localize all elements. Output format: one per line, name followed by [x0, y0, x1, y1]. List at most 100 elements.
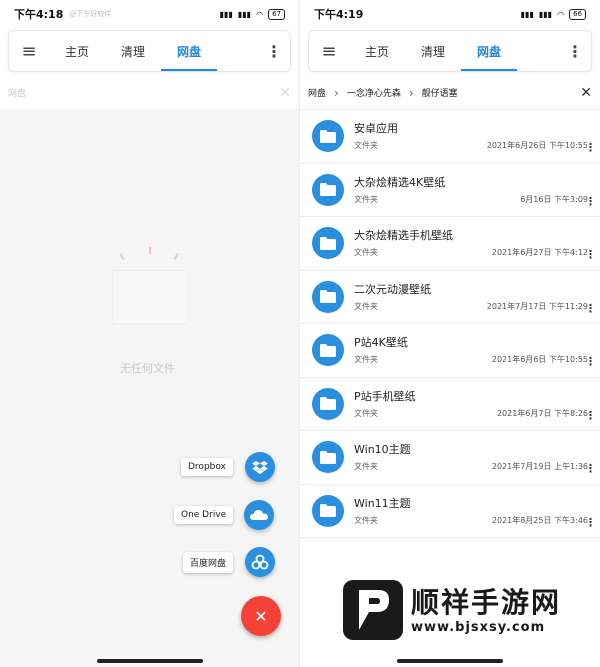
folder-icon	[312, 173, 344, 206]
folder-type: 文件夹	[354, 515, 378, 525]
folder-row[interactable]: 安卓应用 文件夹 2021年6月26日 下午10:55 ⋮	[300, 110, 600, 164]
folder-icon	[312, 494, 344, 527]
folder-icon	[312, 387, 344, 420]
hamburger-menu-icon[interactable]: ≡	[309, 31, 349, 71]
status-icons: ▮▮▮ ▮▮▮ ◠ 67	[219, 8, 285, 20]
close-fab-button[interactable]: ✕	[241, 596, 281, 636]
app-bar: ≡ 主页 清理 网盘 ⋮	[308, 30, 592, 72]
signal-icon: ▮▮▮	[520, 9, 534, 19]
close-icon: ✕	[254, 606, 268, 626]
more-vert-icon[interactable]: ⋮	[585, 303, 596, 314]
fab-option-onedrive[interactable]: One Drive	[174, 500, 275, 530]
tab-bar: 主页 清理 网盘	[349, 31, 559, 71]
folder-type: 文件夹	[354, 194, 378, 204]
status-bar: 下午4:19 ▮▮▮ ▮▮▮ ◠ 66	[300, 0, 600, 28]
folder-row[interactable]: 二次元动漫壁纸文件夹 2021年7月17日 下午11:29 ⋮	[300, 271, 600, 324]
watermark-logo-icon	[343, 580, 403, 640]
status-subtext: @下午好软件	[69, 10, 112, 18]
fab-option-baidu[interactable]: 百度网盘	[183, 547, 276, 577]
more-vert-icon[interactable]: ⋮	[585, 249, 596, 260]
status-bar: 下午4:18 @下午好软件 ▮▮▮ ▮▮▮ ◠ 67	[0, 0, 299, 28]
folder-name: 安卓应用	[354, 122, 398, 135]
watermark-url: www.bjsxsy.com	[411, 619, 546, 635]
breadcrumb-item[interactable]: 一念净心先森	[347, 86, 401, 99]
folder-icon	[312, 334, 344, 367]
dropbox-icon[interactable]	[244, 452, 275, 482]
empty-state-text: 无任何文件	[120, 362, 175, 375]
fab-option-label[interactable]: 百度网盘	[183, 551, 234, 573]
more-vert-icon[interactable]: ⋮	[585, 142, 596, 153]
left-screen: 下午4:18 @下午好软件 ▮▮▮ ▮▮▮ ◠ 67 ≡ 主页 清理 网盘 ⋮ …	[0, 0, 300, 667]
folder-row[interactable]: P站4K壁纸 文件夹 2021年6月6日 下午10:55 ⋮	[300, 324, 600, 378]
fab-option-dropbox[interactable]: Dropbox	[181, 452, 275, 482]
folder-icon	[312, 280, 344, 313]
breadcrumb-item[interactable]: 靓仔语塞	[422, 86, 458, 99]
fab-option-label[interactable]: Dropbox	[181, 458, 233, 476]
more-vert-icon[interactable]: ⋮	[559, 42, 591, 61]
baidu-pan-icon[interactable]	[245, 547, 276, 577]
folder-name: Win10主题	[354, 443, 411, 456]
folder-row[interactable]: 大杂烩精选手机壁纸 文件夹 2021年6月27日 下午4:12 ⋮	[300, 217, 600, 271]
folder-date: 2021年6月27日 下午4:12	[491, 248, 588, 257]
chevron-right-icon: ›	[334, 85, 339, 100]
wifi-icon: ◠	[557, 9, 565, 19]
onedrive-icon[interactable]	[244, 500, 275, 530]
folder-date: 2021年6月6日 下午10:55	[491, 355, 588, 364]
folder-name: P站手机壁纸	[354, 389, 416, 403]
watermark: 顺祥手游网 www.bjsxsy.com	[343, 580, 561, 640]
folder-row[interactable]: P站手机壁纸 文件夹 2021年6月7日 下午8:26 ⋮	[300, 378, 600, 431]
tab-clean[interactable]: 清理	[405, 31, 461, 71]
folder-date: 2021年8月25日 下午3:46	[491, 515, 588, 525]
folder-icon	[312, 441, 344, 474]
screenshot-composite: 下午4:18 @下午好软件 ▮▮▮ ▮▮▮ ◠ 67 ≡ 主页 清理 网盘 ⋮ …	[0, 0, 600, 667]
breadcrumb: 网盘 ✕	[0, 76, 299, 110]
signal-icon: ▮▮▮	[237, 9, 252, 19]
folder-icon	[312, 120, 344, 153]
tab-home[interactable]: 主页	[49, 31, 105, 71]
folder-row[interactable]: Win11主题 文件夹 2021年8月25日 下午3:46 ⋮	[300, 485, 600, 538]
close-icon[interactable]: ✕	[279, 85, 291, 101]
tab-bar: 主页 清理 网盘	[49, 31, 258, 71]
folder-name: P站4K壁纸	[354, 336, 408, 349]
folder-icon	[312, 227, 344, 260]
folder-date: 2021年7月19日 上午1:36	[491, 462, 588, 471]
folder-row[interactable]: Win10主题文件夹 2021年7月19日 上午1:36 ⋮	[300, 431, 600, 485]
app-bar: ≡ 主页 清理 网盘 ⋮	[8, 30, 291, 72]
gesture-nav-bar[interactable]	[397, 659, 503, 663]
folder-date: 6月16日 下午3:09	[520, 194, 588, 204]
dimmed-content-area[interactable]	[0, 110, 299, 667]
status-icons: ▮▮▮ ▮▮▮ ◠ 66	[520, 8, 586, 20]
tab-clean[interactable]: 清理	[105, 31, 161, 71]
folder-date: 2021年7月17日 下午11:29	[486, 301, 588, 311]
signal-icon: ▮▮▮	[219, 9, 233, 19]
folder-type: 文件夹	[354, 301, 378, 311]
wifi-icon: ◠	[256, 9, 264, 19]
signal-icon: ▮▮▮	[538, 9, 553, 19]
empty-folder-illustration	[112, 247, 188, 324]
right-screen: 下午4:19 ▮▮▮ ▮▮▮ ◠ 66 ≡ 主页 清理 网盘 ⋮ 网盘 › 一念…	[300, 0, 600, 667]
tab-cloud-drive[interactable]: 网盘	[461, 31, 518, 71]
folder-name: 大杂烩精选手机壁纸	[354, 229, 453, 242]
more-vert-icon[interactable]: ⋮	[585, 356, 596, 367]
tab-cloud-drive[interactable]: 网盘	[161, 31, 218, 71]
gesture-nav-bar[interactable]	[97, 659, 203, 663]
more-vert-icon[interactable]: ⋮	[585, 410, 596, 421]
more-vert-icon[interactable]: ⋮	[258, 42, 290, 61]
tab-home[interactable]: 主页	[349, 31, 405, 71]
sparkle-icon	[149, 247, 151, 254]
breadcrumb-item[interactable]: 网盘	[308, 86, 326, 99]
folder-type: 文件夹	[354, 462, 378, 471]
more-vert-icon[interactable]: ⋮	[585, 517, 596, 528]
chevron-right-icon: ›	[408, 85, 414, 100]
more-vert-icon[interactable]: ⋮	[585, 196, 596, 207]
breadcrumb-item[interactable]: 网盘	[8, 86, 26, 99]
folder-name: 二次元动漫壁纸	[354, 282, 431, 296]
hamburger-menu-icon[interactable]: ≡	[9, 31, 49, 71]
close-icon[interactable]: ✕	[580, 85, 592, 101]
fab-option-label[interactable]: One Drive	[174, 506, 234, 524]
battery-icon: 66	[569, 8, 586, 20]
folder-type: 文件夹	[354, 408, 378, 418]
more-vert-icon[interactable]: ⋮	[585, 463, 596, 474]
folder-type: 文件夹	[354, 141, 378, 150]
folder-row[interactable]: 大杂烩精选4K壁纸 文件夹 6月16日 下午3:09 ⋮	[300, 164, 600, 217]
